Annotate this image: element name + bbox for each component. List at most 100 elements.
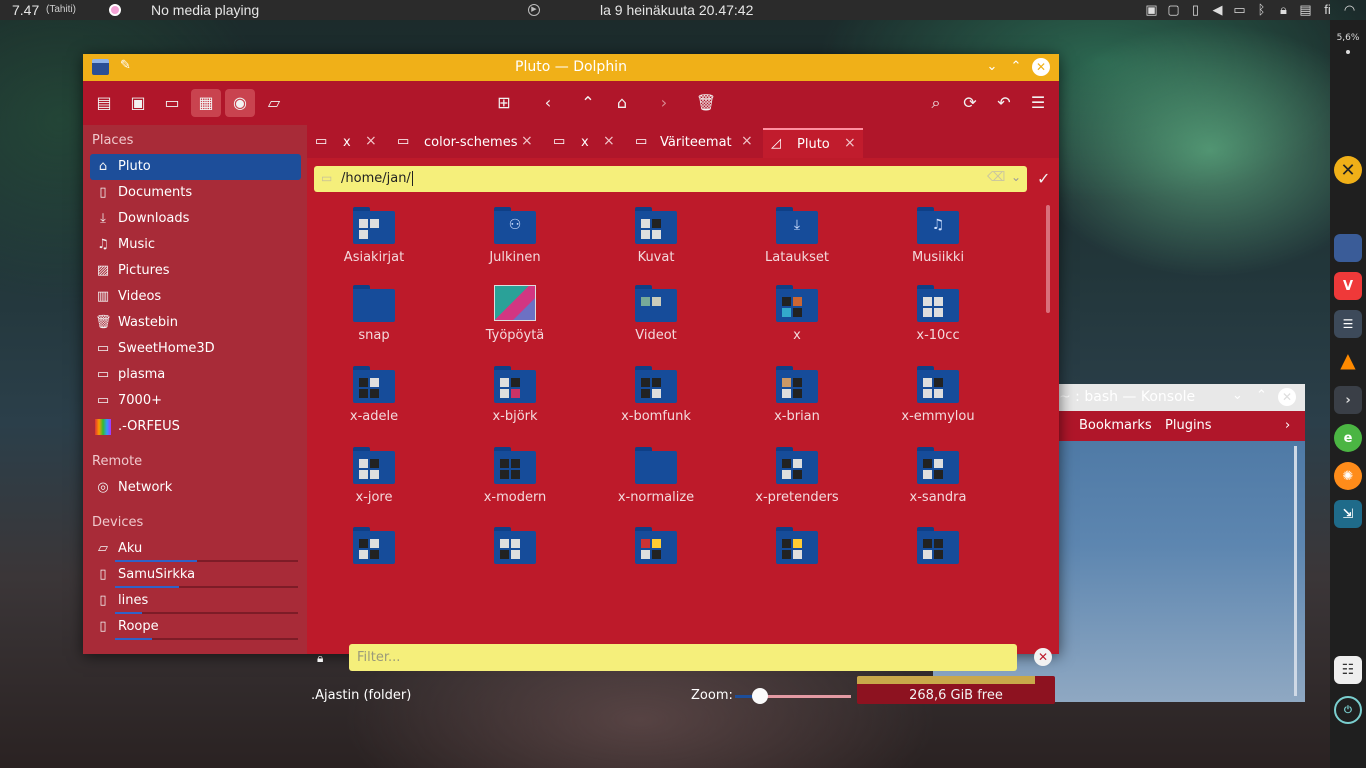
close-app-icon[interactable]: ✕ [1334,156,1362,184]
chevron-down-icon[interactable]: ⌄ [1011,170,1021,184]
monitor-icon[interactable]: ▭ [1232,2,1247,18]
file-item[interactable] [455,522,575,602]
home-icon[interactable]: ⌂ [607,89,637,117]
file-item[interactable]: x-björk [455,361,575,441]
keyboard-layout-icon[interactable]: fi [1320,2,1335,18]
dolphin-window[interactable]: ✎ Pluto — Dolphin ⌄ ⌃ ✕ ▤ ▣ ▭ ▦ ◉ ▱ ⊞ ‹ … [83,54,1059,704]
tab-pluto[interactable]: ◿ Pluto × [763,128,863,158]
clear-icon[interactable]: ⌫ [987,170,1005,185]
maximize-icon[interactable]: ⌃ [1256,388,1267,403]
forward-icon[interactable]: › [649,89,679,117]
file-item[interactable]: x-adele [314,361,434,441]
filter-field[interactable]: Filter... [349,644,1017,671]
file-item[interactable] [314,522,434,602]
place-videos[interactable]: ▥ Videos [90,284,301,310]
split-view-icon[interactable]: ▤ [89,89,119,117]
close-icon[interactable]: ✕ [1278,388,1296,406]
place-documents[interactable]: ▯ Documents [90,180,301,206]
file-item[interactable]: ⚇ Julkinen [455,202,575,282]
file-item[interactable]: Kuvat [596,202,716,282]
undo-icon[interactable]: ↶ [989,89,1019,117]
menu-plugins[interactable]: Plugins [1165,418,1212,433]
device-samusirkka[interactable]: ▯ SamuSirkka [90,562,301,588]
vivaldi-icon[interactable]: V [1334,272,1362,300]
scrollbar[interactable] [1046,205,1050,313]
back-icon[interactable]: ‹ [533,89,563,117]
tab-x-1[interactable]: ▭ x × [307,128,385,158]
file-manager-icon[interactable] [1334,234,1362,262]
place-music[interactable]: ♫ Music [90,232,301,258]
phone-icon[interactable]: ▯ [1188,2,1203,18]
file-item[interactable]: x-normalize [596,442,716,522]
tab-variteemat[interactable]: ▭ Väriteemat × [627,128,755,158]
terminal-panel-icon[interactable]: ▣ [123,89,153,117]
file-item[interactable]: x-modern [455,442,575,522]
tab-color-schemes[interactable]: ▭ color-schemes × [389,128,537,158]
file-item[interactable]: x-brian [737,361,857,441]
tab-close-icon[interactable]: × [603,133,615,149]
power-icon[interactable]: ⏻ [1334,696,1362,724]
tab-close-icon[interactable]: × [844,135,856,151]
device-roope[interactable]: ▯ Roope [90,614,301,640]
lock-icon[interactable]: 🔒︎ [1276,2,1291,18]
new-window-icon[interactable]: ▭ [157,89,187,117]
orange-app-icon[interactable]: ✺ [1334,462,1362,490]
terminal-icon[interactable]: › [1334,386,1362,414]
file-item[interactable] [737,522,857,602]
reload-icon[interactable]: ⟳ [955,89,985,117]
file-item[interactable]: x-emmylou [878,361,998,441]
file-item[interactable]: Työpöytä [455,280,575,360]
media-status[interactable]: No media playing [151,2,259,18]
trash-icon[interactable]: 🗑︎ [691,89,721,117]
file-item[interactable]: snap [314,280,434,360]
place-network[interactable]: ◎ Network [90,475,301,501]
view-mode-icon[interactable]: ⊞ [489,89,519,117]
close-filter-icon[interactable]: ✕ [1034,648,1052,666]
file-item[interactable] [878,522,998,602]
minimize-icon[interactable]: ⌄ [1232,388,1243,403]
new-tab-icon[interactable]: ▱ [259,89,289,117]
editor-icon[interactable]: e [1334,424,1362,452]
clipboard-icon[interactable]: ▤ [1298,2,1313,18]
close-icon[interactable]: ✕ [1032,58,1050,76]
zoom-slider-handle[interactable] [752,688,768,704]
notes-icon[interactable]: ☷ [1334,656,1362,684]
tab-x-2[interactable]: ▭ x × [545,128,623,158]
titlebar[interactable]: ✎ Pluto — Dolphin ⌄ ⌃ ✕ [83,54,1059,81]
file-grid[interactable]: Asiakirjat ⚇ Julkinen Kuvat ⤓ Lataukset … [314,202,1039,636]
file-item[interactable]: Videot [596,280,716,360]
media-player-icon[interactable] [109,4,121,16]
panel-clock[interactable]: 7.47 [12,2,39,18]
media-icon[interactable]: ▣ [1144,2,1159,18]
file-item[interactable]: x-jore [314,442,434,522]
tab-close-icon[interactable]: × [365,133,377,149]
wifi-icon[interactable]: ◠ [1342,2,1357,18]
volume-icon[interactable]: ◀ [1210,2,1225,18]
file-item[interactable]: x [737,280,857,360]
kdenlive-icon[interactable]: ⇲ [1334,500,1362,528]
file-item[interactable] [596,522,716,602]
place-wastebin[interactable]: 🗑︎ Wastebin [90,310,301,336]
cpu-usage[interactable]: 5,6% [1332,33,1364,43]
place-pictures[interactable]: ▨ Pictures [90,258,301,284]
place-plasma[interactable]: ▭ plasma [90,362,301,388]
tab-close-icon[interactable]: × [521,133,533,149]
scrollbar[interactable] [1294,446,1297,696]
maximize-icon[interactable]: ⌃ [1007,58,1025,76]
place-7000[interactable]: ▭ 7000+ [90,388,301,414]
location-input[interactable]: /home/jan/ [341,171,413,186]
file-item[interactable]: x-sandra [878,442,998,522]
search-icon[interactable]: ⌕ [921,89,951,117]
confirm-icon[interactable]: ✓ [1037,169,1050,188]
panel-date[interactable]: la 9 heinäkuuta 20.47:42 [600,2,753,18]
play-icon[interactable]: ▶ [528,4,540,16]
up-icon[interactable]: ⌃ [573,89,603,117]
tab-close-icon[interactable]: × [741,133,753,149]
menu-bookmarks[interactable]: Bookmarks [1079,418,1152,433]
device-aku[interactable]: ▱ Aku [90,536,301,562]
location-bar[interactable]: ▭ /home/jan/ ⌫ ⌄ [314,166,1027,192]
display-icon[interactable]: ▢ [1166,2,1181,18]
vlc-icon[interactable]: ▲ [1334,346,1362,374]
minimize-icon[interactable]: ⌄ [983,58,1001,76]
file-item[interactable]: ♫ Musiikki [878,202,998,282]
